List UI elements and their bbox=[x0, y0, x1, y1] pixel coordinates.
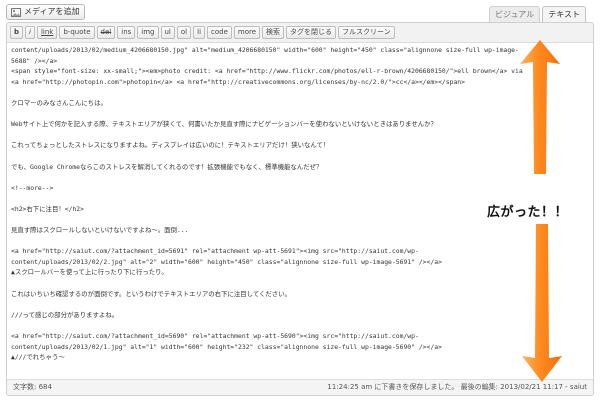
content-line: 5688" /></a> bbox=[11, 56, 58, 65]
content-line: <a href="http://saiut.com/?attachment_id… bbox=[11, 247, 419, 256]
tab-text[interactable]: テキスト bbox=[542, 6, 586, 22]
content-line bbox=[11, 320, 589, 331]
quicktag-search-button[interactable]: 検索 bbox=[262, 26, 285, 39]
content-line bbox=[11, 299, 589, 310]
quicktag-fullscreen-button[interactable]: フルスクリーン bbox=[338, 26, 395, 39]
quicktag-italic-button[interactable]: i bbox=[25, 26, 35, 39]
add-media-button[interactable]: メディアを追加 bbox=[6, 4, 86, 20]
content-line: ▲///でれちゃう〜 bbox=[11, 353, 65, 362]
editor-mode-tabs: ビジュアル テキスト bbox=[489, 6, 586, 22]
quicktag-blockquote-button[interactable]: b-quote bbox=[59, 26, 95, 39]
content-line bbox=[11, 278, 589, 289]
content-line: ///って感じの部分がありますよね。 bbox=[11, 310, 119, 319]
content-line: ▲スクロールバーを使って上に行ったり下に行ったり。 bbox=[11, 268, 168, 277]
content-line bbox=[11, 172, 589, 183]
content-line: これってちょっとしたストレスになりますよね。ディスプレイは広いのに！テキストエリ… bbox=[11, 141, 330, 150]
quicktag-link-button[interactable]: link bbox=[36, 26, 58, 39]
quicktag-li-button[interactable]: li bbox=[193, 26, 206, 39]
quicktag-img-button[interactable]: img bbox=[137, 26, 159, 39]
down-arrow-annotation bbox=[522, 224, 562, 382]
content-line: Webサイト上で何かを記入する際、テキストエリアが狭くて、何書いたか見直す際にナ… bbox=[11, 120, 437, 129]
content-line: content/uploads/2013/02/medium_420668015… bbox=[11, 46, 519, 54]
content-line: content/uploads/2013/02/1.jpg" alt="1" w… bbox=[11, 342, 442, 351]
content-line bbox=[11, 130, 589, 141]
content-line: <!--more--> bbox=[11, 183, 54, 192]
quicktag-ins-button[interactable]: ins bbox=[117, 26, 136, 39]
quicktags-toolbar: b i link b-quote del ins img ul ol li co… bbox=[7, 23, 593, 43]
content-line bbox=[11, 236, 589, 247]
content-line bbox=[11, 109, 589, 120]
content-line: クロマーのみなさんこんにちは。 bbox=[11, 98, 107, 107]
quicktag-close-tags-button[interactable]: タグを閉じる bbox=[286, 26, 337, 39]
content-line bbox=[11, 151, 589, 162]
word-count: 文字数: 684 bbox=[13, 383, 52, 391]
media-icon bbox=[11, 7, 21, 17]
content-line: 見直す際はスクロールしないといけないですよね〜。面倒... bbox=[11, 226, 189, 235]
status-bar: 文字数: 684 11:24:25 am に下書きを保存しました。 最後の編集:… bbox=[7, 379, 593, 395]
annotation-text: 広がった！！ bbox=[487, 205, 569, 220]
quicktag-more-button[interactable]: more bbox=[233, 26, 261, 39]
content-line: <span style="font-size: xx-small;"><em>p… bbox=[11, 67, 523, 76]
quicktag-ul-button[interactable]: ul bbox=[160, 26, 175, 39]
content-line: <a href="http://saiut.com/?attachment_id… bbox=[11, 332, 419, 341]
content-line: でも、Google Chromeならこのストレスを解消してくれるのです！拡張機能… bbox=[11, 162, 323, 171]
content-line: <a href="http://photopin.com">photopin</… bbox=[11, 77, 466, 86]
content-line bbox=[11, 87, 589, 98]
content-line: content/uploads/2013/02/2.jpg" alt="2" w… bbox=[11, 257, 442, 266]
tab-visual[interactable]: ビジュアル bbox=[489, 6, 541, 22]
quicktag-del-button[interactable]: del bbox=[96, 26, 116, 39]
quicktag-code-button[interactable]: code bbox=[207, 26, 232, 39]
up-arrow-annotation bbox=[520, 40, 560, 174]
add-media-label: メディアを追加 bbox=[24, 7, 80, 16]
content-line: これはいちいち確認するのが面倒です。というわけでテキストエリアの右下に注目してく… bbox=[11, 289, 291, 298]
quicktag-bold-button[interactable]: b bbox=[10, 26, 24, 39]
quicktag-ol-button[interactable]: ol bbox=[176, 26, 192, 39]
